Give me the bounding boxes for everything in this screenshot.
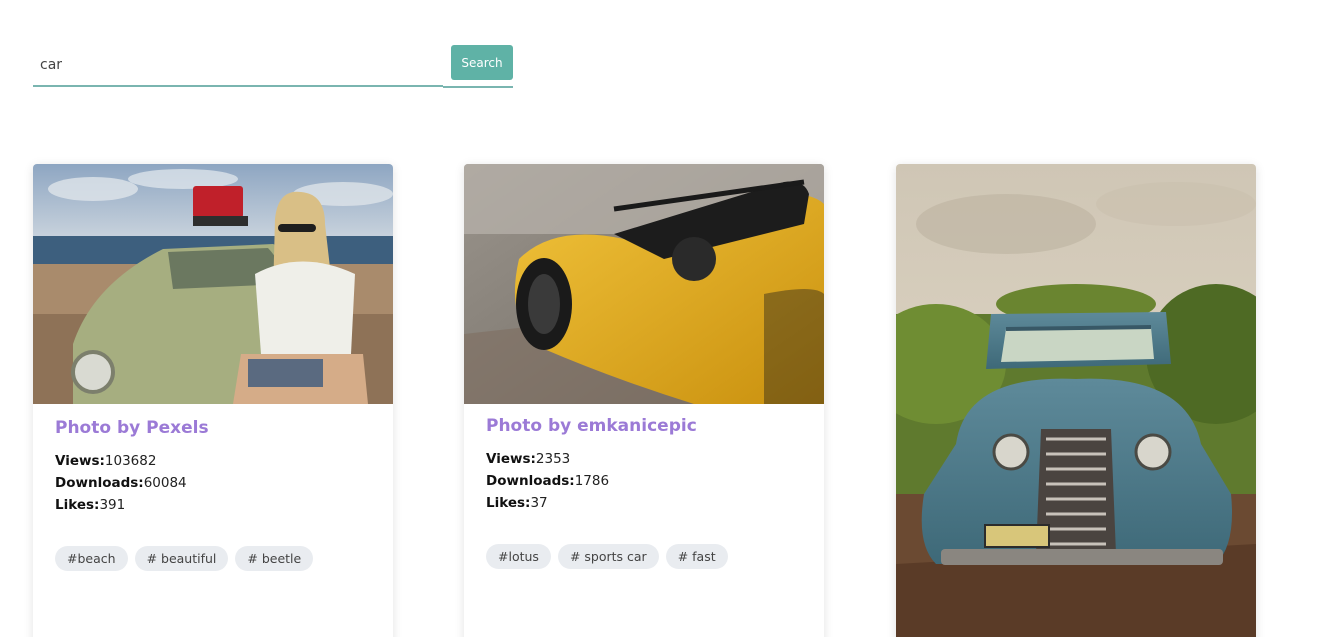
- tag[interactable]: # beautiful: [134, 546, 229, 571]
- downloads-value: 60084: [143, 475, 187, 491]
- page: Search: [0, 0, 1342, 637]
- card-body: Photo by emkanicepic Views:2353 Download…: [464, 404, 824, 569]
- tag[interactable]: #beach: [55, 546, 128, 571]
- likes-label: Likes:: [55, 497, 100, 513]
- tag[interactable]: #lotus: [486, 544, 551, 569]
- downloads-value: 1786: [574, 473, 610, 489]
- tag-list: #beach # beautiful # beetle: [55, 546, 371, 571]
- photo-image[interactable]: [33, 164, 393, 404]
- likes-label: Likes:: [486, 495, 531, 511]
- downloads-label: Downloads:: [55, 475, 144, 491]
- search-underline: [443, 86, 513, 88]
- photo-card[interactable]: [896, 164, 1256, 637]
- photo-image[interactable]: [896, 164, 1256, 637]
- photo-card[interactable]: Photo by emkanicepic Views:2353 Download…: [464, 164, 824, 637]
- downloads-stat: Downloads:1786: [486, 470, 802, 492]
- tag[interactable]: # sports car: [557, 544, 659, 569]
- search-input[interactable]: [33, 44, 443, 87]
- views-stat: Views:103682: [55, 450, 371, 472]
- likes-stat: Likes:391: [55, 494, 371, 516]
- likes-value: 391: [99, 497, 126, 513]
- views-label: Views:: [486, 451, 536, 467]
- search-form: Search: [33, 44, 513, 89]
- views-label: Views:: [55, 453, 105, 469]
- downloads-label: Downloads:: [486, 473, 575, 489]
- views-value: 2353: [535, 451, 571, 467]
- photo-image[interactable]: [464, 164, 824, 404]
- photographer-title[interactable]: Photo by emkanicepic: [486, 416, 802, 436]
- search-button[interactable]: Search: [451, 45, 513, 80]
- card-body: Photo by Pexels Views:103682 Downloads:6…: [33, 404, 393, 571]
- views-value: 103682: [104, 453, 157, 469]
- photographer-title[interactable]: Photo by Pexels: [55, 418, 371, 438]
- tag[interactable]: # beetle: [235, 546, 314, 571]
- views-stat: Views:2353: [486, 448, 802, 470]
- photo-card[interactable]: Photo by Pexels Views:103682 Downloads:6…: [33, 164, 393, 637]
- likes-value: 37: [530, 495, 548, 511]
- tag-list: #lotus # sports car # fast: [486, 544, 802, 569]
- downloads-stat: Downloads:60084: [55, 472, 371, 494]
- likes-stat: Likes:37: [486, 492, 802, 514]
- tag[interactable]: # fast: [665, 544, 728, 569]
